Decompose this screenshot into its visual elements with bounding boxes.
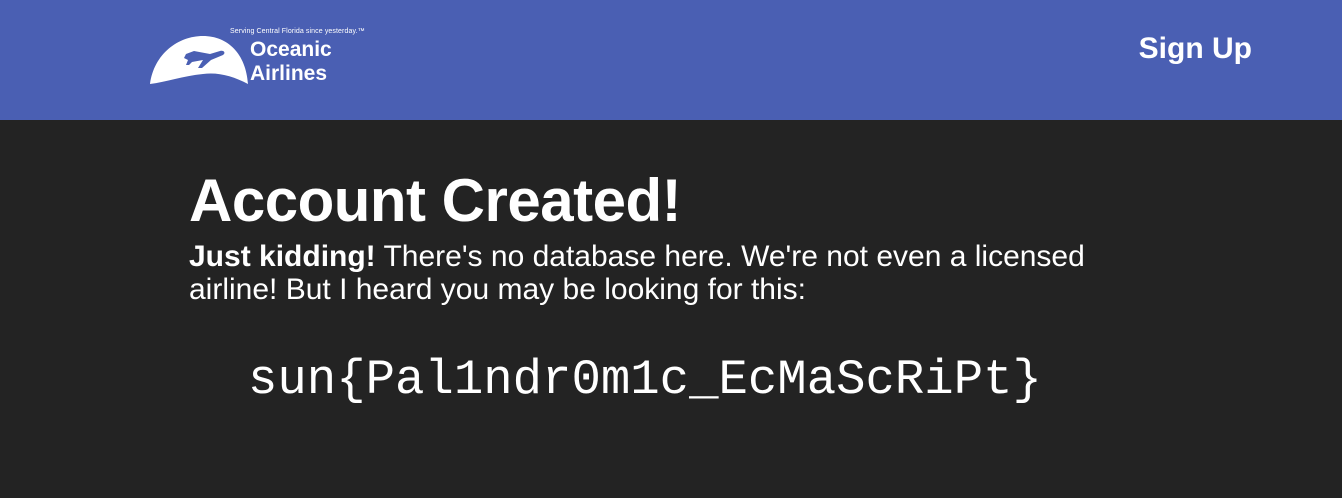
logo-link[interactable]: Serving Central Florida since yesterday.…: [148, 28, 368, 88]
page-title: Account Created!: [189, 167, 682, 234]
site-header: Serving Central Florida since yesterday.…: [0, 0, 1342, 120]
main-content: Account Created! Just kidding! There's n…: [189, 166, 1189, 306]
logo-tagline: Serving Central Florida since yesterday.…: [230, 28, 365, 35]
signup-link[interactable]: Sign Up: [1139, 31, 1252, 67]
airplane-icon: [150, 36, 248, 84]
logo-name-line1: Oceanic: [250, 38, 332, 61]
message-emphasis: Just kidding!: [189, 240, 376, 273]
message-text: Just kidding! There's no database here. …: [189, 240, 1179, 306]
logo-name: Oceanic Airlines: [250, 38, 332, 86]
logo-name-line2: Airlines: [250, 62, 328, 85]
flag-text: sun{Pal1ndr0m1c_EcMaScRiPt}: [248, 352, 1042, 408]
